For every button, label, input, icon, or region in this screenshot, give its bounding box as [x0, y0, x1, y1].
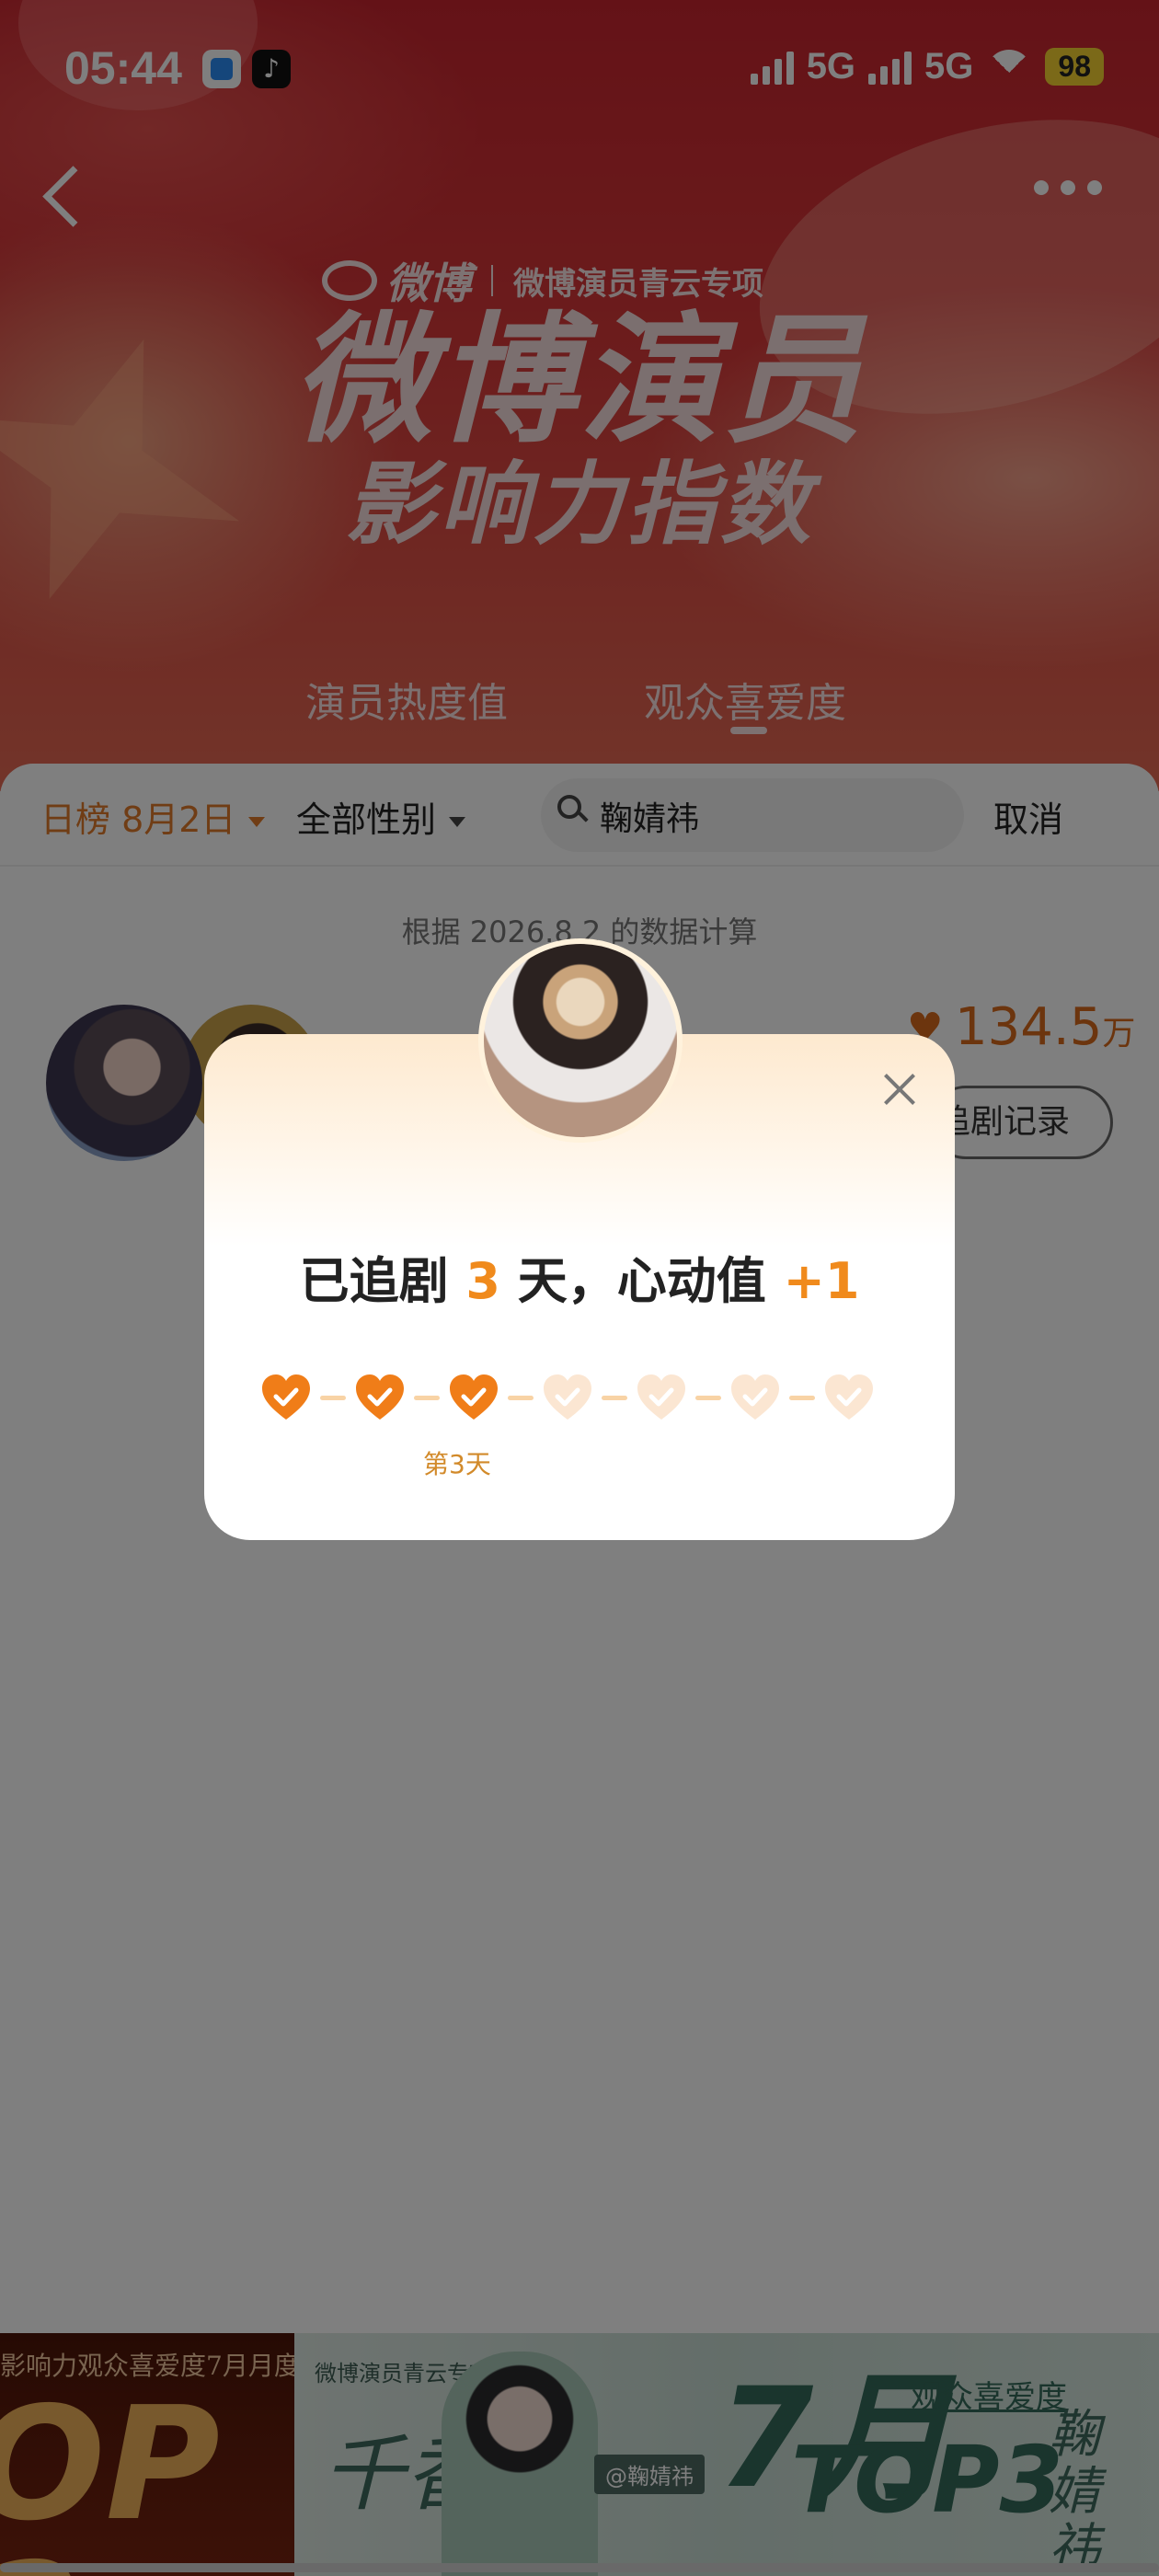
progress-connector — [508, 1395, 534, 1400]
check-heart-icon-pending — [822, 1371, 876, 1424]
popup-text-before: 已追剧 — [299, 1252, 466, 1310]
popup-plus-value: +1 — [783, 1252, 860, 1310]
check-heart-icon-pending — [541, 1371, 594, 1424]
progress-connector — [320, 1395, 346, 1400]
progress-connector — [602, 1395, 627, 1400]
popup-message: 已追剧 3 天，心动值 +1 — [204, 1240, 955, 1313]
check-heart-icon-done — [447, 1371, 500, 1424]
popup-days: 3 — [465, 1252, 500, 1310]
check-heart-icon-done — [259, 1371, 313, 1424]
progress-connector — [789, 1395, 815, 1400]
checkin-progress — [259, 1371, 876, 1424]
check-heart-icon-pending — [635, 1371, 688, 1424]
popup-avatar — [478, 938, 683, 1143]
current-day-label: 第3天 — [423, 1449, 491, 1479]
progress-connector — [695, 1395, 721, 1400]
close-icon[interactable] — [879, 1069, 920, 1110]
check-heart-icon-done — [353, 1371, 407, 1424]
check-heart-icon-pending — [729, 1371, 782, 1424]
popup-text-middle: 天，心动值 — [499, 1252, 784, 1310]
progress-connector — [414, 1395, 440, 1400]
